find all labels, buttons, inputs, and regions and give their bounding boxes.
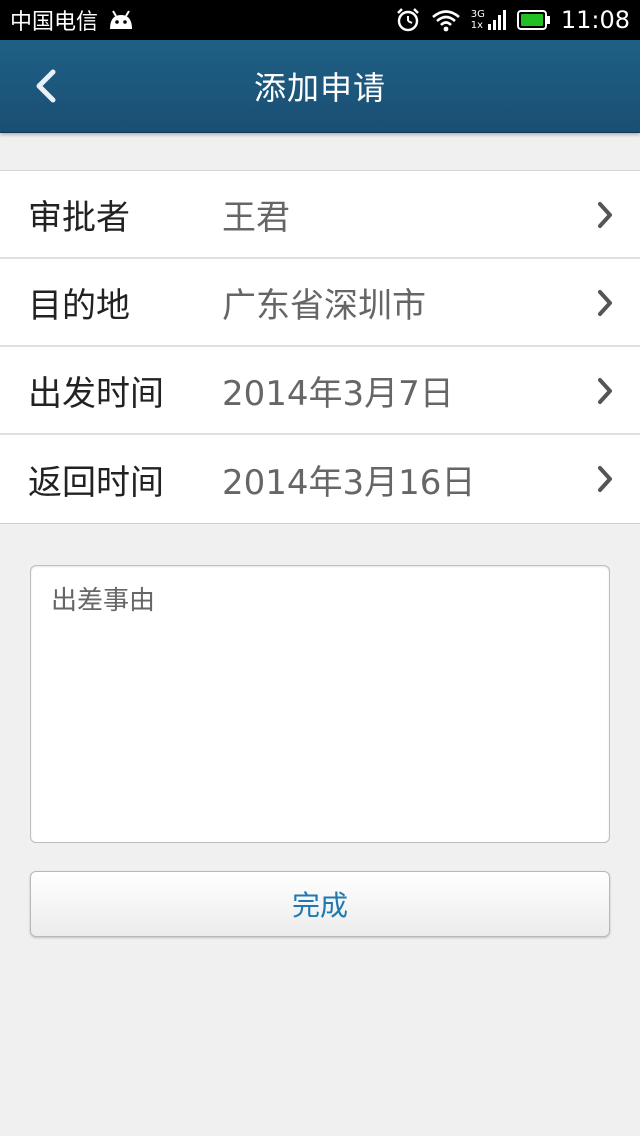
trip-reason-box xyxy=(30,565,610,843)
chevron-right-icon xyxy=(596,465,614,493)
network-label: 3G xyxy=(470,9,485,20)
battery-icon xyxy=(516,10,551,30)
alarm-icon xyxy=(395,7,421,33)
chevron-right-icon xyxy=(596,201,614,229)
approver-label: 审批者 xyxy=(28,197,130,238)
android-icon xyxy=(106,9,136,31)
destination-row[interactable]: 目的地 广东省深圳市 xyxy=(0,259,640,347)
done-button[interactable]: 完成 xyxy=(30,871,610,937)
approver-value: 王君 xyxy=(222,197,290,238)
back-button[interactable] xyxy=(22,62,70,110)
return-time-label: 返回时间 xyxy=(28,462,164,503)
carrier-name: 中国电信 xyxy=(10,10,99,35)
status-left: 中国电信 xyxy=(10,4,136,36)
departure-time-value: 2014年3月7日 xyxy=(222,373,454,414)
destination-label: 目的地 xyxy=(28,285,130,326)
status-right: 3G 1x 11:08 xyxy=(395,6,630,34)
wifi-icon xyxy=(431,8,461,32)
chevron-right-icon xyxy=(596,289,614,317)
return-time-row[interactable]: 返回时间 2014年3月16日 xyxy=(0,435,640,523)
page-title: 添加申请 xyxy=(253,69,386,107)
navigation-bar: 添加申请 xyxy=(0,40,640,133)
signal-icon: 3G 1x xyxy=(471,9,507,31)
status-bar: 中国电信 3G 1x 11:08 xyxy=(0,0,640,40)
destination-value: 广东省深圳市 xyxy=(222,285,426,326)
network-sub-label: 1x xyxy=(470,20,483,31)
departure-time-label: 出发时间 xyxy=(28,373,164,414)
trip-reason-input[interactable] xyxy=(31,566,609,842)
chevron-left-icon xyxy=(33,68,59,104)
return-time-value: 2014年3月16日 xyxy=(222,462,476,503)
application-form-list: 审批者 王君 目的地 广东省深圳市 出发时间 2014年3月7日 返回时间 20… xyxy=(0,170,640,524)
departure-time-row[interactable]: 出发时间 2014年3月7日 xyxy=(0,347,640,435)
chevron-right-icon xyxy=(596,377,614,405)
approver-row[interactable]: 审批者 王君 xyxy=(0,171,640,259)
clock-time: 11:08 xyxy=(560,6,630,34)
